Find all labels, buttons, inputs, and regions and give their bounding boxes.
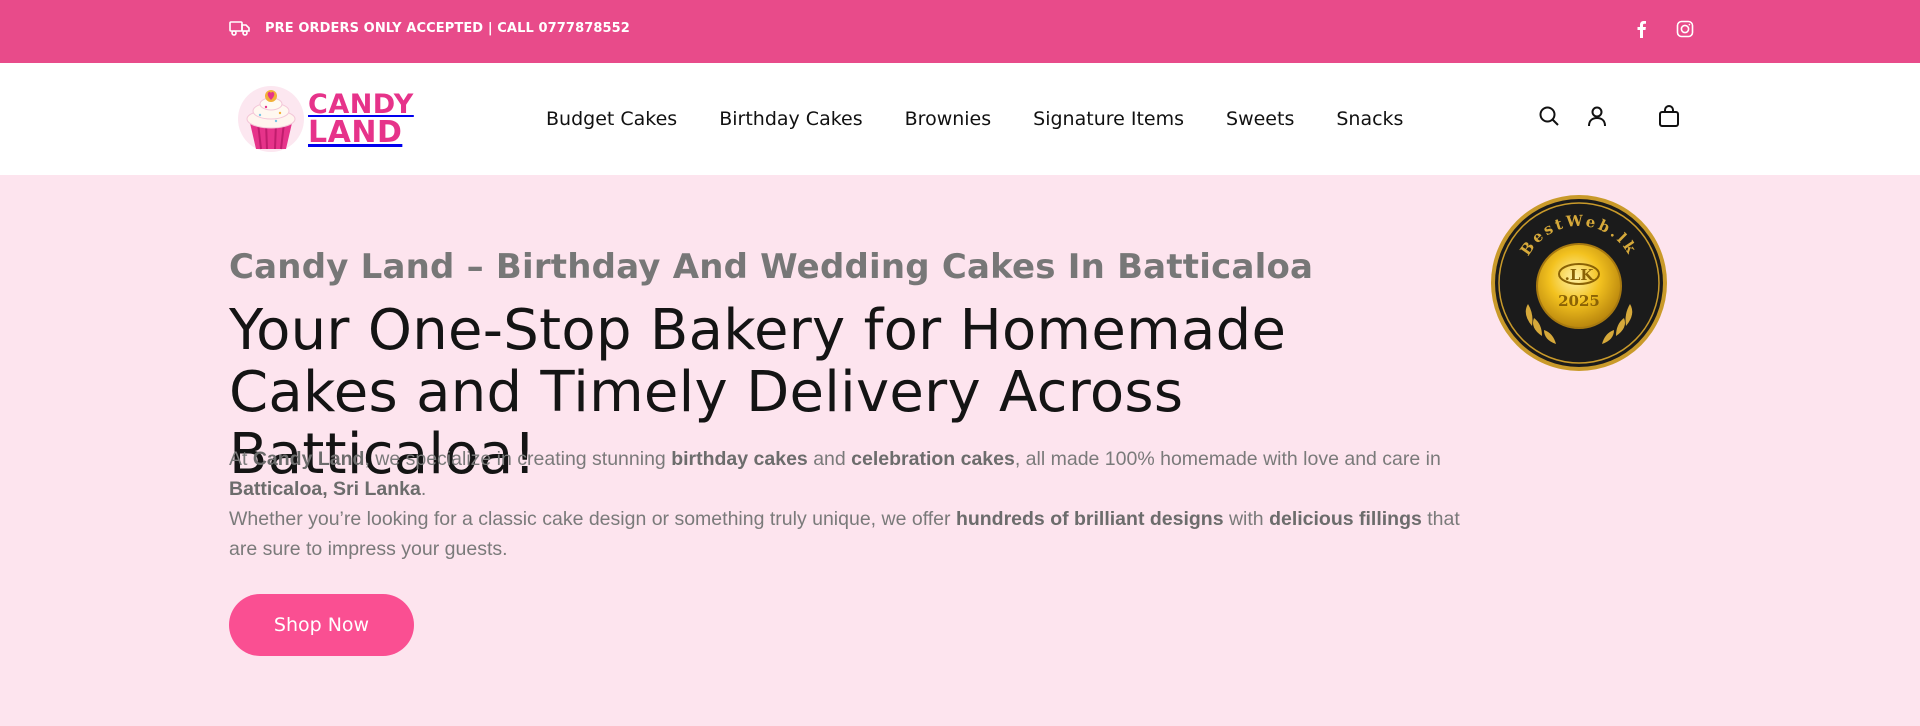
- facebook-icon[interactable]: [1630, 18, 1652, 40]
- text-fragment: and: [807, 448, 852, 470]
- logo-text-land: LAND: [308, 114, 403, 150]
- top-announcement-bar: PRE ORDERS ONLY ACCEPTED | CALL 07778785…: [0, 0, 1920, 63]
- badge-year: 2025: [1558, 292, 1600, 310]
- site-logo[interactable]: CANDY LAND: [236, 85, 414, 153]
- text-fragment: , we specialize in creating stunning: [364, 448, 672, 470]
- hero-paragraph-2: Whether you’re looking for a classic cak…: [229, 504, 1479, 564]
- nav-birthday-cakes[interactable]: Birthday Cakes: [719, 108, 862, 130]
- cupcake-logo-icon: [238, 86, 304, 152]
- truck-icon: [229, 19, 251, 37]
- hero-description: At Candy Land, we specialize in creating…: [229, 444, 1479, 564]
- text-bold: hundreds of brilliant designs: [955, 508, 1224, 530]
- instagram-icon[interactable]: [1674, 18, 1696, 40]
- text-bold: birthday cakes: [671, 448, 808, 470]
- nav-signature-items[interactable]: Signature Items: [1033, 108, 1184, 130]
- search-icon[interactable]: [1536, 103, 1562, 129]
- header-actions: [1536, 103, 1682, 129]
- nav-snacks[interactable]: Snacks: [1336, 108, 1403, 130]
- site-header: CANDY LAND Budget Cakes Birthday Cakes B…: [0, 63, 1920, 175]
- nav-budget-cakes[interactable]: Budget Cakes: [546, 108, 677, 130]
- social-links: [1630, 18, 1696, 40]
- text-fragment: , all made 100% homemade with love and c…: [1014, 448, 1441, 470]
- hero-subtitle: Candy Land – Birthday And Wedding Cakes …: [229, 247, 1314, 287]
- hero-section: Candy Land – Birthday And Wedding Cakes …: [0, 175, 1920, 726]
- announcement-text: PRE ORDERS ONLY ACCEPTED | CALL 07778785…: [265, 20, 630, 36]
- badge-center-text: .LK: [1565, 266, 1595, 284]
- user-icon[interactable]: [1584, 103, 1610, 129]
- text-bold: Candy Land: [252, 448, 365, 470]
- nav-brownies[interactable]: Brownies: [905, 108, 992, 130]
- shop-now-button[interactable]: Shop Now: [229, 594, 414, 656]
- announcement: PRE ORDERS ONLY ACCEPTED | CALL 07778785…: [229, 19, 630, 37]
- hero-paragraph-1: At Candy Land, we specialize in creating…: [229, 444, 1479, 504]
- text-bold: Batticaloa, Sri Lanka: [229, 478, 421, 500]
- text-fragment: .: [420, 478, 427, 500]
- text-bold: delicious fillings: [1269, 508, 1422, 530]
- main-nav: Budget Cakes Birthday Cakes Brownies Sig…: [546, 63, 1403, 175]
- logo-text-candy: CANDY: [308, 88, 414, 120]
- nav-sweets[interactable]: Sweets: [1226, 108, 1294, 130]
- text-fragment: with: [1223, 508, 1270, 530]
- text-bold: celebration cakes: [851, 448, 1015, 470]
- bestweb-award-badge: BestWeb.lk .LK 2025: [1491, 195, 1667, 371]
- text-fragment: At: [229, 448, 253, 470]
- cart-icon[interactable]: [1656, 103, 1682, 129]
- text-fragment: Whether you’re looking for a classic cak…: [229, 508, 956, 530]
